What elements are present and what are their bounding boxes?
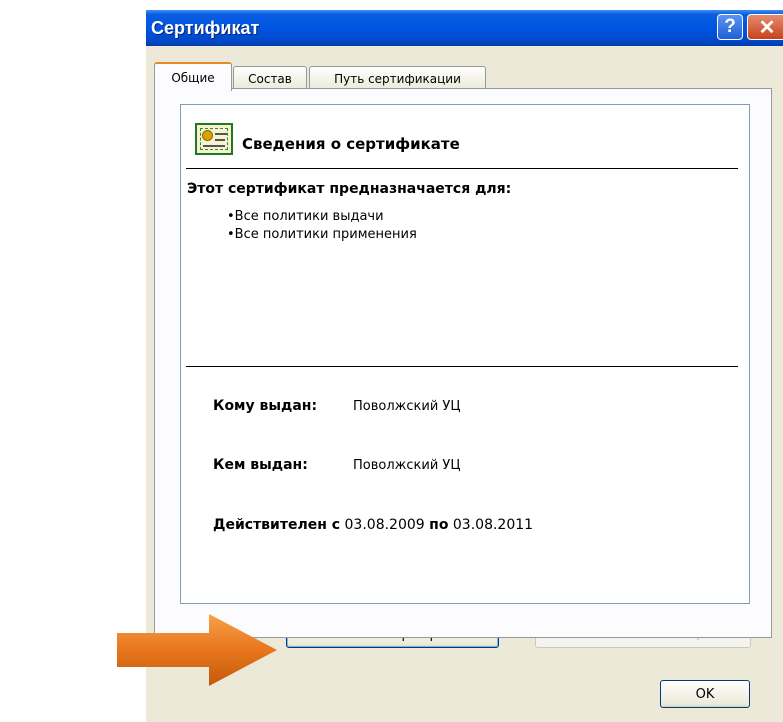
purpose-item: •Все политики выдачи <box>227 209 384 224</box>
close-button[interactable]: ✕ <box>747 14 783 40</box>
divider <box>186 366 738 367</box>
tab-details[interactable]: Состав <box>233 66 307 90</box>
certificate-icon <box>195 123 233 155</box>
tab-general[interactable]: Общие <box>154 62 232 91</box>
issued-by-label: Кем выдан: <box>213 457 308 473</box>
close-icon: ✕ <box>758 16 776 39</box>
issued-to-value: Поволжский УЦ <box>353 399 461 414</box>
issued-to-label: Кому выдан: <box>213 398 318 414</box>
ok-button[interactable]: OK <box>660 680 750 708</box>
tab-label: Состав <box>248 71 292 86</box>
ok-label: OK <box>695 686 715 702</box>
tab-label: Общие <box>171 70 215 85</box>
title-bar: Сертификат ? ✕ <box>146 10 783 46</box>
window-title: Сертификат <box>151 18 260 38</box>
valid-to-label: по <box>429 517 449 533</box>
valid-from-label: Действителен с <box>213 517 341 533</box>
general-tab-panel: Сведения о сертификате Этот сертификат п… <box>154 88 772 638</box>
purpose-item: •Все политики применения <box>227 227 417 242</box>
issued-by-value: Поволжский УЦ <box>353 458 461 473</box>
tab-certification-path[interactable]: Путь сертификации <box>309 66 486 90</box>
divider <box>186 168 738 169</box>
valid-from-date: 03.08.2009 <box>344 517 425 533</box>
tab-label: Путь сертификации <box>334 71 461 86</box>
purpose-title: Этот сертификат предназначается для: <box>187 181 512 197</box>
certificate-info-box: Сведения о сертификате Этот сертификат п… <box>180 104 750 604</box>
arrow-right-icon <box>117 614 277 686</box>
help-button[interactable]: ? <box>717 14 743 40</box>
validity-row: Действителен с 03.08.2009 по 03.08.2011 <box>213 517 533 533</box>
info-heading: Сведения о сертификате <box>242 135 460 153</box>
help-icon: ? <box>724 16 736 37</box>
valid-to-date: 03.08.2011 <box>452 517 534 533</box>
